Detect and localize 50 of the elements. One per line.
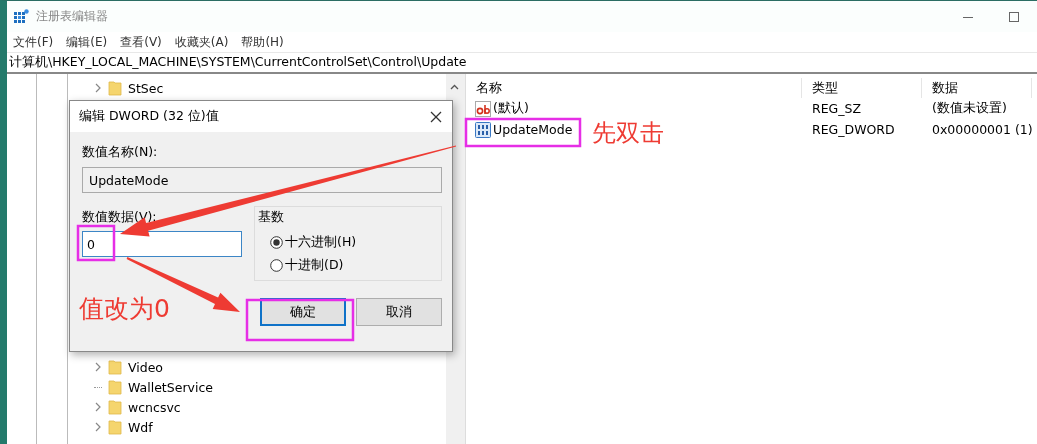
tree-item[interactable]: Video [128,359,164,375]
value-name[interactable]: UpdateMode [493,122,573,137]
tree-item[interactable]: Wdf [128,419,153,435]
tree-item[interactable]: wcncsvc [128,399,181,415]
menu-item[interactable]: 查看(V) [119,32,163,52]
column-header[interactable]: 名称 [466,78,802,98]
expand-chevron-icon[interactable] [94,402,102,412]
tree-item[interactable]: WalletService [128,379,213,395]
expand-chevron-icon[interactable] [94,362,102,372]
group-label: 基数 [258,209,285,226]
value-data: 0x00000001 (1) [931,122,1032,137]
folder-icon [108,379,122,395]
folder-icon [108,359,122,375]
folder-icon [108,80,122,96]
radio-button[interactable] [270,236,283,249]
highlight-frame [76,224,116,262]
expand-chevron-icon[interactable] [94,422,102,432]
ok-button[interactable]: 确定 [260,298,346,326]
menu-item[interactable]: 帮助(H) [240,32,285,52]
annotation-text: 先双击 [592,118,664,149]
cancel-button[interactable]: 取消 [356,298,442,326]
tree-item[interactable]: StSec [128,80,164,96]
folder-icon [108,399,122,415]
value-type: REG_SZ [811,101,863,116]
radio-label[interactable]: 十六进制(H) [285,234,357,251]
name-field[interactable]: UpdateMode [82,167,442,193]
scroll-up-icon[interactable] [449,84,459,90]
expand-chevron-icon[interactable] [94,83,102,93]
value-name[interactable]: (默认) [493,100,529,117]
registry-icon [14,9,29,24]
radio-button[interactable] [270,259,283,272]
column-header[interactable]: 数据 [922,78,1032,98]
menu-item[interactable]: 编辑(E) [65,32,109,52]
string-value-icon [475,100,491,117]
menu-item[interactable]: 文件(F) [12,32,55,52]
folder-icon [108,419,122,435]
address-path[interactable]: 计算机\HKEY_LOCAL_MACHINE\SYSTEM\CurrentControlSet\Control\Update [9,54,467,71]
close-icon[interactable] [430,110,442,123]
value-field[interactable]: 0 [82,231,242,257]
value-type: REG_DWORD [811,122,896,137]
radio-label[interactable]: 十进制(D) [285,257,344,274]
annotation-text: 值改为0 [79,293,170,325]
binary-value-icon [475,121,491,138]
dialog-title: 编辑 DWORD (32 位)值 [79,108,219,125]
column-header[interactable]: 类型 [802,78,922,98]
maximize-icon[interactable] [1009,11,1019,22]
menu-item[interactable]: 收藏夹(A) [173,32,230,52]
window-title: 注册表编辑器 [36,8,108,25]
value-data: (数值未设置) [931,100,1008,117]
field-label: 数值名称(N): [82,144,159,161]
